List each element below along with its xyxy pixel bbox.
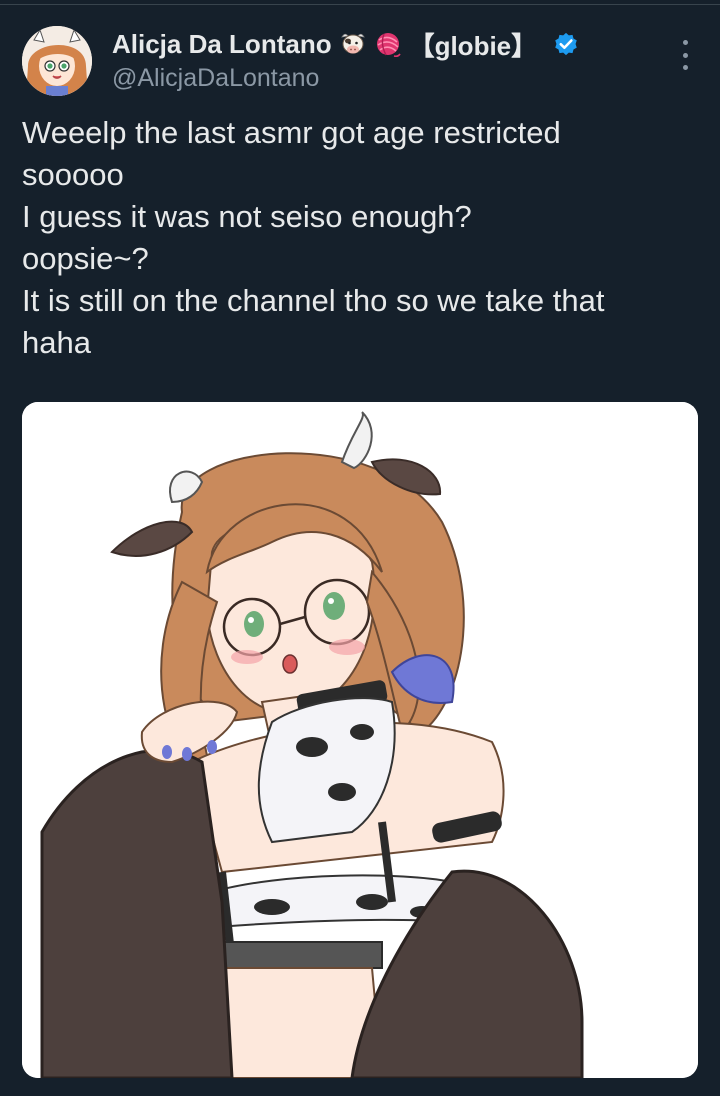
tweet-text-line: haha [22, 325, 91, 360]
tweet-text-line: I guess it was not seiso enough? [22, 199, 472, 234]
tweet-media-image[interactable] [22, 402, 698, 1078]
more-options-icon[interactable] [670, 38, 700, 72]
name-suffix: 【globie】 [408, 30, 538, 61]
author-handle[interactable]: @AlicjaDaLontano [112, 64, 319, 93]
tweet: Alicja Da Lontano 【globie】 @AlicjaDaLont… [0, 0, 720, 1096]
tweet-text-line: sooooo [22, 157, 124, 192]
yarn-ball-emoji-icon [374, 30, 402, 58]
display-name[interactable]: Alicja Da Lontano [112, 29, 332, 60]
cow-girl-illustration [22, 402, 698, 1078]
author-name-row[interactable]: Alicja Da Lontano 【globie】 [112, 26, 580, 62]
cow-face-emoji-icon [339, 30, 367, 58]
divider [0, 4, 720, 5]
tweet-text-line: oopsie~? [22, 241, 149, 276]
tweet-text-line: It is still on the channel tho so we tak… [22, 283, 605, 318]
avatar-image [22, 26, 92, 96]
avatar[interactable] [22, 26, 92, 96]
verified-badge-icon[interactable] [552, 30, 580, 58]
tweet-text: Weeelp the last asmr got age restricted … [22, 112, 702, 364]
tweet-text-line: Weeelp the last asmr got age restricted [22, 115, 561, 150]
